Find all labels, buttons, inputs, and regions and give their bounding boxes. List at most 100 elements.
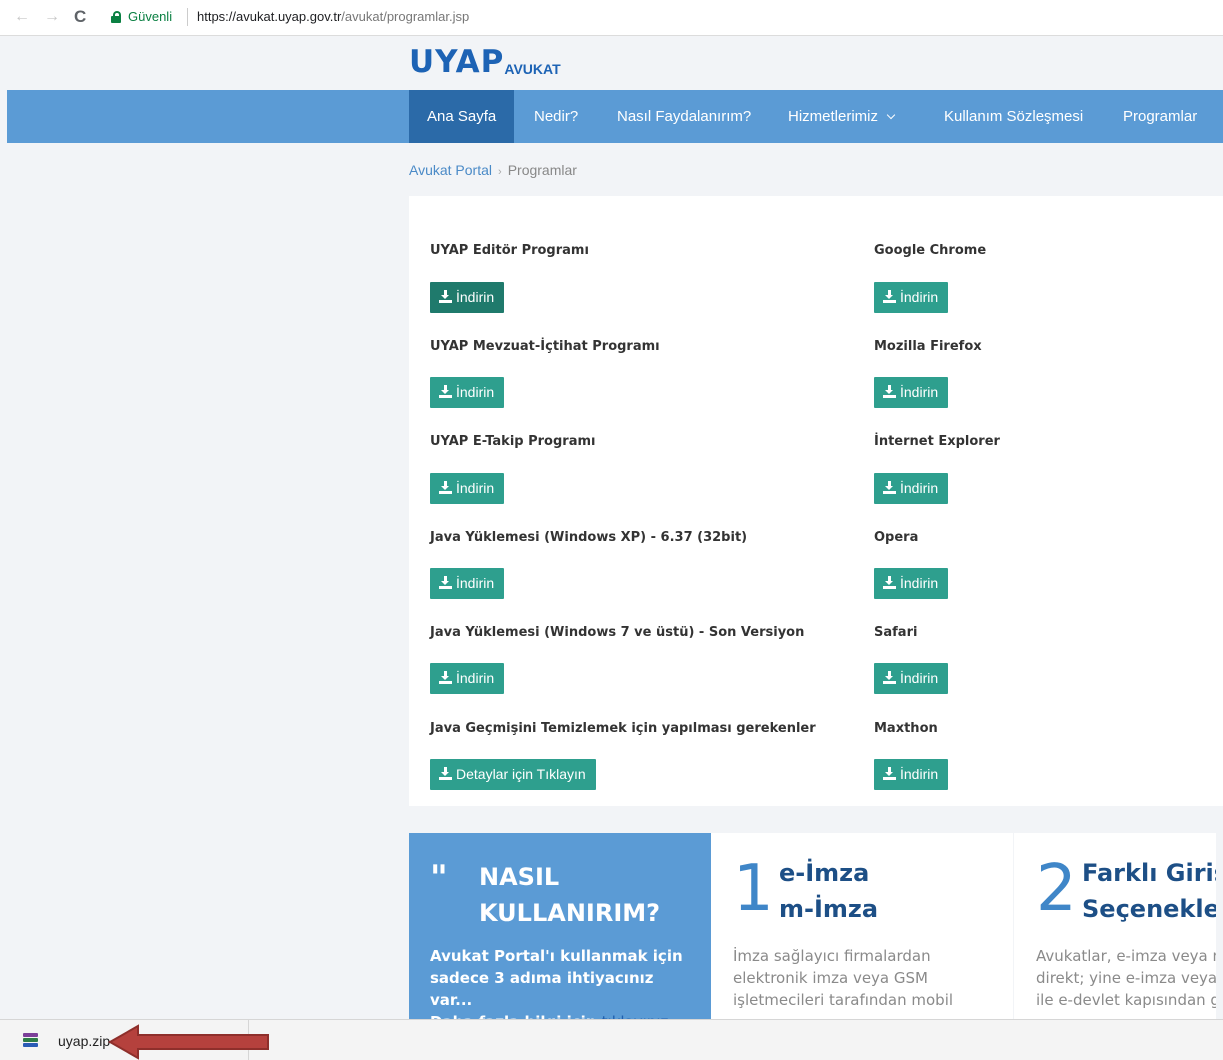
breadcrumb: Avukat Portal › Programlar	[409, 162, 577, 178]
nav-item-kullanim-sozlesmesi[interactable]: Kullanım Sözleşmesi	[944, 90, 1083, 143]
download-file-name: uyap.zip	[58, 1033, 111, 1049]
step1-block: 1 e-İmza m-İmza İmza sağlayıcı firmalard…	[711, 833, 1013, 1019]
download-icon	[439, 767, 452, 780]
download-button-label: İndirin	[900, 670, 939, 686]
step1-heading-line2: m-İmza	[779, 895, 879, 923]
program-title-java-win7: Java Yüklemesi (Windows 7 ve üstü) - Son…	[430, 625, 805, 640]
url-host: avukat.uyap.gov.tr	[236, 9, 342, 24]
download-button-label: İndirin	[456, 384, 495, 400]
nav-item-programlar[interactable]: Programlar	[1123, 90, 1197, 143]
breadcrumb-current: Programlar	[507, 162, 577, 178]
how-to-body-line1: Avukat Portal'ı kullanmak için	[430, 947, 683, 965]
download-button-opera[interactable]: İndirin	[874, 568, 949, 599]
download-button-label: İndirin	[456, 670, 495, 686]
step1-number: 1	[733, 852, 774, 926]
program-title-internet-explorer: İnternet Explorer	[874, 434, 1000, 449]
chevron-down-icon	[886, 110, 896, 120]
secure-label[interactable]: Güvenli	[128, 9, 172, 24]
nav-item-nedir[interactable]: Nedir?	[534, 90, 578, 143]
download-icon	[883, 481, 896, 494]
download-button-uyap-mevzuat[interactable]: İndirin	[430, 377, 505, 408]
program-title-uyap-etakip: UYAP E-Takip Programı	[430, 434, 596, 449]
browser-address-bar: ← → C Güvenli https://avukat.uyap.gov.tr…	[0, 0, 1223, 36]
download-button-internet-explorer[interactable]: İndirin	[874, 473, 949, 504]
how-to-use-block: " NASIL KULLANIRIM? Avukat Portal'ı kull…	[409, 833, 711, 1031]
quote-icon: "	[430, 858, 448, 898]
details-button-label: Detaylar için Tıklayın	[456, 766, 586, 782]
program-title-java-history: Java Geçmişini Temizlemek için yapılması…	[430, 721, 816, 736]
download-button-java-xp[interactable]: İndirin	[430, 568, 505, 599]
details-button-java-history[interactable]: Detaylar için Tıklayın	[430, 759, 596, 790]
zip-archive-icon	[23, 1033, 38, 1048]
uyap-logo[interactable]: UYAPAVUKAT	[409, 44, 561, 84]
step1-body-line3: işletmecileri tarafından mobil	[733, 991, 954, 1009]
download-icon	[439, 576, 452, 589]
back-icon[interactable]: ←	[14, 8, 30, 26]
step2-body-line3: ile e-devlet kapısından g	[1036, 991, 1216, 1009]
download-button-safari[interactable]: İndirin	[874, 663, 949, 694]
step2-body-line1: Avukatlar, e-imza veya m-	[1036, 947, 1216, 965]
step1-body-line1: İmza sağlayıcı firmalardan	[733, 947, 931, 965]
url-field[interactable]: https://avukat.uyap.gov.tr/avukat/progra…	[197, 9, 469, 24]
how-to-heading-line2: KULLANIRIM?	[479, 899, 661, 927]
download-button-label: İndirin	[900, 289, 939, 305]
how-to-heading-line1: NASIL	[479, 863, 560, 891]
download-button-label: İndirin	[456, 575, 495, 591]
download-button-java-win7[interactable]: İndirin	[430, 663, 505, 694]
download-button-maxthon[interactable]: İndirin	[874, 759, 949, 790]
download-button-label: İndirin	[900, 480, 939, 496]
nav-item-hizmetlerimiz[interactable]: Hizmetlerimiz	[788, 90, 896, 143]
program-title-uyap-editor: UYAP Editör Programı	[430, 243, 589, 258]
download-button-label: İndirin	[456, 289, 495, 305]
forward-icon[interactable]: →	[44, 8, 60, 26]
step2-heading: Farklı Giriş Seçenekleri	[1082, 855, 1216, 927]
breadcrumb-separator: ›	[498, 166, 502, 178]
download-button-label: İndirin	[900, 384, 939, 400]
program-title-mozilla-firefox: Mozilla Firefox	[874, 339, 982, 354]
step2-heading-line1: Farklı Giriş	[1082, 859, 1216, 887]
how-to-heading: NASIL KULLANIRIM?	[479, 859, 660, 931]
step1-heading: e-İmza m-İmza	[779, 855, 878, 927]
lock-icon[interactable]	[111, 11, 121, 23]
program-title-opera: Opera	[874, 530, 919, 545]
address-separator	[187, 8, 188, 26]
download-button-mozilla-firefox[interactable]: İndirin	[874, 377, 949, 408]
step1-heading-line1: e-İmza	[779, 859, 870, 887]
download-button-label: İndirin	[456, 480, 495, 496]
logo-main: UYAP	[409, 44, 505, 80]
download-icon	[439, 481, 452, 494]
step2-heading-line2: Seçenekleri	[1082, 895, 1216, 923]
breadcrumb-root[interactable]: Avukat Portal	[409, 162, 492, 178]
download-icon	[439, 385, 452, 398]
how-to-body-line2: sadece 3 adıma ihtiyacınız var...	[430, 969, 654, 1009]
download-button-label: İndirin	[900, 575, 939, 591]
program-title-uyap-mevzuat: UYAP Mevzuat-İçtihat Programı	[430, 339, 660, 354]
annotation-arrow-icon	[108, 1024, 269, 1060]
step2-block: 2 Farklı Giriş Seçenekleri Avukatlar, e-…	[1014, 833, 1216, 1019]
url-path: /avukat/programlar.jsp	[341, 9, 470, 24]
program-title-safari: Safari	[874, 625, 918, 640]
program-title-google-chrome: Google Chrome	[874, 243, 987, 258]
download-icon	[883, 671, 896, 684]
nav-item-nasil-faydalanirim[interactable]: Nasıl Faydalanırım?	[617, 90, 751, 143]
program-title-java-xp: Java Yüklemesi (Windows XP) - 6.37 (32bi…	[430, 530, 748, 545]
download-button-uyap-editor[interactable]: İndirin	[430, 282, 505, 313]
url-prefix: https://	[197, 9, 237, 24]
reload-icon[interactable]: C	[74, 8, 86, 26]
nav-item-hizmetlerimiz-label: Hizmetlerimiz	[788, 108, 878, 125]
download-button-label: İndirin	[900, 766, 939, 782]
nav-item-ana-sayfa[interactable]: Ana Sayfa	[409, 90, 515, 143]
download-icon	[883, 290, 896, 303]
step1-body-line2: elektronik imza veya GSM	[733, 969, 928, 987]
download-icon	[883, 385, 896, 398]
programs-panel: UYAP Editör Programı İndirin UYAP Mevzua…	[409, 196, 1223, 806]
main-nav: Ana Sayfa Nedir? Nasıl Faydalanırım? Hiz…	[7, 90, 1223, 143]
download-button-google-chrome[interactable]: İndirin	[874, 282, 949, 313]
download-icon	[883, 576, 896, 589]
download-button-uyap-etakip[interactable]: İndirin	[430, 473, 505, 504]
step1-body: İmza sağlayıcı firmalardan elektronik im…	[733, 945, 993, 1011]
step2-number: 2	[1036, 852, 1077, 926]
step2-body: Avukatlar, e-imza veya m- direkt; yine e…	[1036, 945, 1216, 1011]
logo-sub: AVUKAT	[504, 61, 561, 77]
step2-body-line2: direkt; yine e-imza veya	[1036, 969, 1216, 987]
